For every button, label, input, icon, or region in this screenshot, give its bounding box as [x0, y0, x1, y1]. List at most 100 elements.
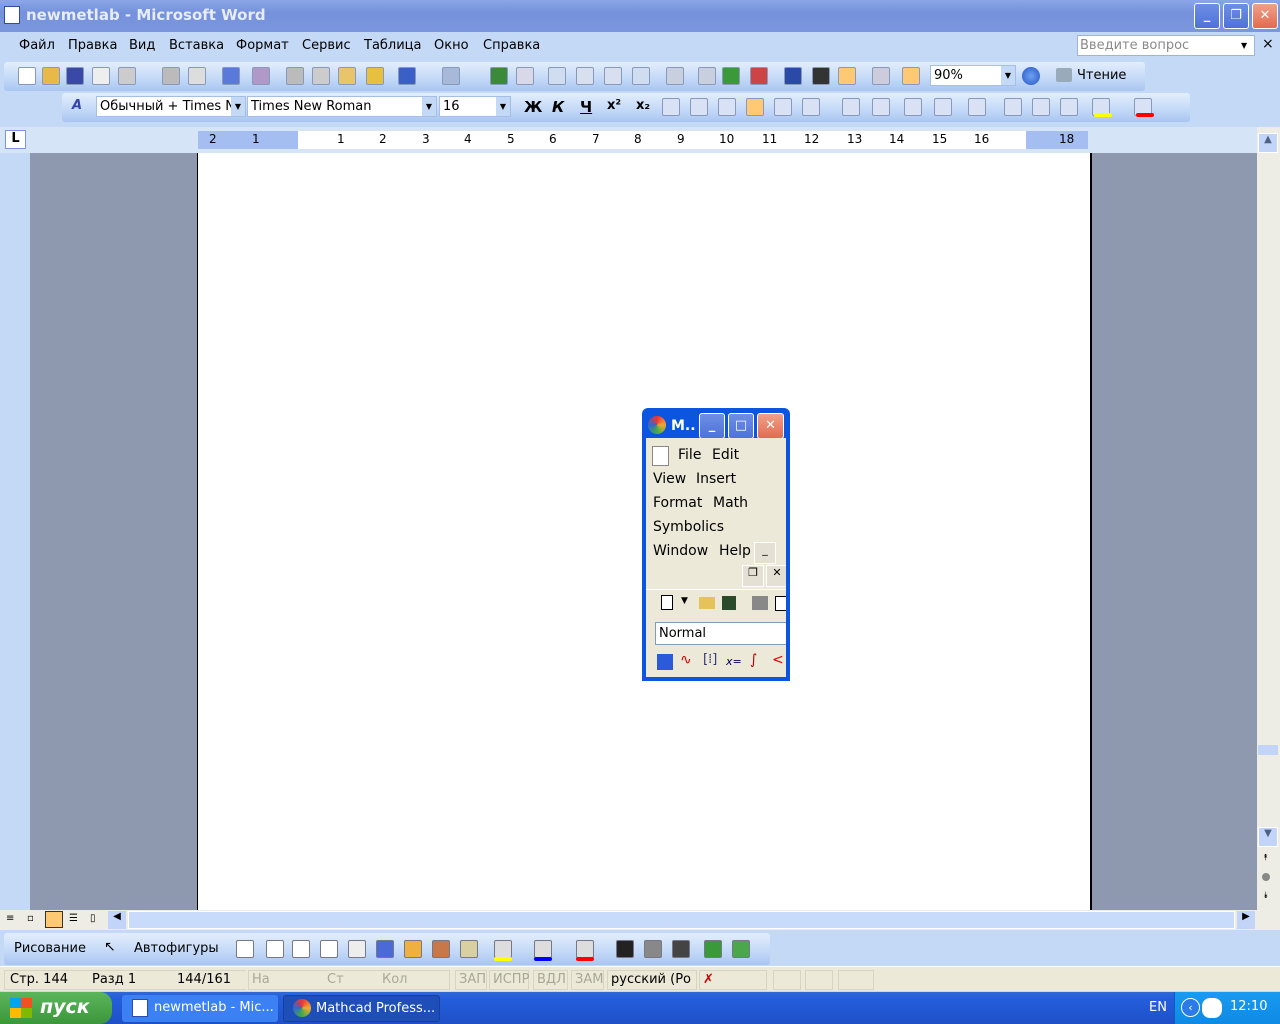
drawing-tool-icon[interactable]	[266, 940, 284, 958]
mathcad-menu-edit[interactable]: Edit	[712, 447, 739, 463]
drawing-tool-icon[interactable]	[236, 940, 254, 958]
previous-page-icon[interactable]: ⯭	[1263, 853, 1268, 863]
horizontal-scroll-thumb[interactable]	[128, 911, 1235, 929]
ask-dropdown-icon[interactable]: ▼	[1241, 36, 1247, 55]
drawing-menu-button[interactable]: Рисование	[14, 941, 86, 956]
underline-button[interactable]: Ч	[580, 98, 592, 116]
open-icon[interactable]	[699, 597, 715, 609]
boolean-toolbar-icon[interactable]: <	[772, 652, 784, 668]
toolbar-button-icon[interactable]	[718, 98, 736, 116]
mathcad-close-button[interactable]: ✕	[757, 413, 784, 439]
drawing-tool-icon[interactable]	[672, 940, 690, 958]
status-ext[interactable]: ВДЛ	[533, 970, 568, 990]
close-help-button[interactable]: ×	[1262, 36, 1274, 52]
select-browse-object-icon[interactable]	[1262, 873, 1270, 881]
restore-button[interactable]: ❐	[1223, 3, 1249, 29]
web-view-icon[interactable]: ▫	[27, 913, 34, 924]
font-size-combo[interactable]: 16 ▼	[439, 96, 511, 117]
mathcad-menu-view[interactable]: View	[653, 471, 686, 487]
toolbar-button-icon[interactable]	[666, 67, 684, 85]
toolbar-button-icon[interactable]	[842, 98, 860, 116]
new-icon[interactable]	[661, 595, 673, 610]
mathcad-menu-help[interactable]: Help	[719, 543, 751, 559]
toolbar-button-icon[interactable]	[604, 67, 622, 85]
toolbar-button-icon[interactable]	[548, 67, 566, 85]
doc-restore-button[interactable]: ❐	[742, 565, 764, 587]
toolbar-button-icon[interactable]	[698, 67, 716, 85]
tab-selector[interactable]: L	[5, 130, 26, 149]
scroll-right-button[interactable]: ▶	[1237, 911, 1255, 929]
scroll-left-button[interactable]: ◀	[108, 911, 126, 929]
autoshapes-menu-button[interactable]: Автофигуры	[134, 941, 219, 956]
drawing-tool-icon[interactable]	[460, 940, 478, 958]
toolbar-button-icon[interactable]	[66, 67, 84, 85]
menu-insert[interactable]: Вставка	[169, 38, 224, 53]
menu-window[interactable]: Окно	[434, 38, 469, 53]
menu-table[interactable]: Таблица	[364, 38, 422, 53]
menu-view[interactable]: Вид	[129, 38, 155, 53]
ask-question-input[interactable]: Введите вопрос	[1077, 35, 1255, 56]
mathcad-menu-math[interactable]: Math	[713, 495, 748, 511]
italic-button[interactable]: К	[552, 98, 564, 116]
toolbar-button-icon[interactable]	[92, 67, 110, 85]
toolbar-button-icon[interactable]	[1004, 98, 1022, 116]
toolbar-button-icon[interactable]	[872, 98, 890, 116]
toolbar-button-icon[interactable]	[934, 98, 952, 116]
drawing-tool-icon[interactable]	[534, 940, 552, 958]
reading-button[interactable]: Чтение	[1077, 68, 1126, 83]
style-combo[interactable]: Обычный + Times N ▼	[96, 96, 246, 117]
toolbar-button-icon[interactable]	[904, 98, 922, 116]
calculator-toolbar-icon[interactable]	[657, 654, 673, 670]
print-preview-icon[interactable]	[775, 596, 786, 611]
status-rec[interactable]: ЗАП	[455, 970, 487, 990]
toolbar-button-icon[interactable]	[1060, 98, 1078, 116]
help-icon[interactable]	[1022, 67, 1040, 85]
status-language[interactable]: русский (Ро	[607, 970, 697, 990]
toolbar-button-icon[interactable]	[662, 98, 680, 116]
menu-edit[interactable]: Правка	[68, 38, 117, 53]
close-button[interactable]: ✕	[1252, 3, 1278, 29]
subscript-button[interactable]: x₂	[636, 98, 650, 113]
drawing-tool-icon[interactable]	[494, 940, 512, 958]
minimize-button[interactable]: _	[1194, 3, 1220, 29]
doc-close-button[interactable]: ✕	[766, 565, 786, 587]
toolbar-button-icon[interactable]	[490, 67, 508, 85]
scroll-down-button[interactable]: ▼	[1258, 827, 1278, 847]
next-page-icon[interactable]: ⯯	[1263, 891, 1268, 901]
toolbar-button-icon[interactable]	[312, 67, 330, 85]
toolbar-button-icon[interactable]	[690, 98, 708, 116]
drawing-tool-icon[interactable]	[576, 940, 594, 958]
status-ovr[interactable]: ЗАМ	[571, 970, 604, 990]
toolbar-button-icon[interactable]	[118, 67, 136, 85]
drawing-tool-icon[interactable]	[432, 940, 450, 958]
style-combo[interactable]: Normal	[655, 622, 786, 645]
drawing-tool-icon[interactable]	[644, 940, 662, 958]
select-objects-icon[interactable]: ↖	[104, 939, 116, 955]
mathcad-menu-file[interactable]: File	[678, 447, 701, 463]
normal-view-icon[interactable]: ≡	[6, 913, 14, 924]
drawing-tool-icon[interactable]	[732, 940, 750, 958]
print-layout-view-icon[interactable]	[45, 911, 63, 928]
menu-help[interactable]: Справка	[483, 38, 540, 53]
mathcad-window[interactable]: M.. _ □ ✕ File Edit View Insert Format M…	[642, 408, 790, 681]
horizontal-ruler[interactable]: L 2 1 1 2 3 4 5 6 7 8 9 10 11 12 13 14 15 16 18	[0, 127, 1280, 153]
bold-button[interactable]: Ж	[524, 98, 542, 116]
chevron-down-icon[interactable]: ▼	[681, 596, 688, 606]
toolbar-button-icon[interactable]	[632, 67, 650, 85]
mathcad-maximize-button[interactable]: □	[728, 413, 754, 439]
toolbar-button-icon[interactable]	[750, 67, 768, 85]
toolbar-button-icon[interactable]	[872, 67, 890, 85]
drawing-tool-icon[interactable]	[704, 940, 722, 958]
toolbar-button-icon[interactable]	[338, 67, 356, 85]
toolbar-button-icon[interactable]	[188, 67, 206, 85]
menu-file[interactable]: Файл	[19, 38, 55, 53]
save-icon[interactable]	[722, 596, 736, 610]
menu-tools[interactable]: Сервис	[302, 38, 351, 53]
toolbar-button-icon[interactable]	[162, 67, 180, 85]
drawing-tool-icon[interactable]	[292, 940, 310, 958]
toolbar-button-icon[interactable]	[1032, 98, 1050, 116]
tray-app-icon[interactable]	[1202, 998, 1222, 1018]
show-hidden-icons-button[interactable]: ‹	[1181, 998, 1200, 1017]
toolbar-button-icon[interactable]	[812, 67, 830, 85]
menu-format[interactable]: Формат	[236, 38, 289, 53]
